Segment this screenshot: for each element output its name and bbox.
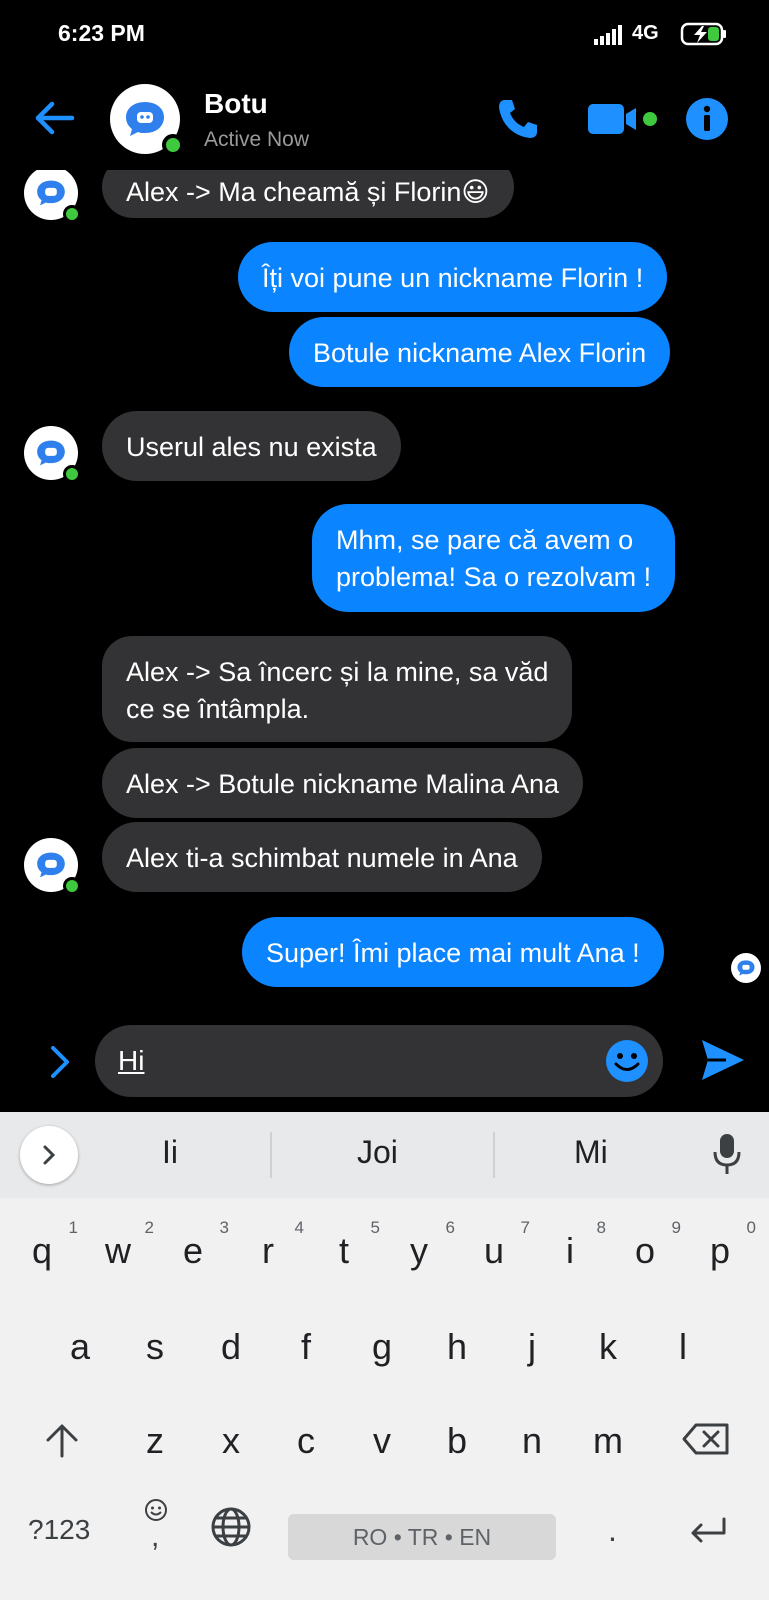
backspace-icon[interactable] bbox=[682, 1422, 730, 1456]
message-input[interactable]: Hi bbox=[95, 1025, 663, 1097]
status-time: 6:23 PM bbox=[58, 20, 145, 46]
bot-chat-icon bbox=[37, 180, 65, 206]
key-d[interactable]: d bbox=[201, 1326, 261, 1368]
key-y[interactable]: y6 bbox=[389, 1218, 455, 1272]
message-text: Alex -> Botule nickname Malina Ana bbox=[126, 769, 559, 799]
info-icon[interactable] bbox=[684, 96, 730, 142]
emoji-key-icon[interactable] bbox=[144, 1498, 168, 1522]
message-text: Alex ti-a schimbat numele in Ana bbox=[126, 843, 518, 873]
message-incoming[interactable]: Alex -> Botule nickname Malina Ana bbox=[102, 748, 583, 818]
key-w[interactable]: w2 bbox=[88, 1218, 154, 1272]
seen-indicator-avatar bbox=[731, 953, 761, 983]
key-i[interactable]: i8 bbox=[540, 1218, 606, 1272]
message-outgoing[interactable]: Super! Îmi place mai mult Ana ! bbox=[242, 917, 664, 987]
online-indicator bbox=[162, 134, 184, 156]
globe-icon[interactable] bbox=[210, 1506, 252, 1548]
message-incoming[interactable]: Alex ti-a schimbat numele in Ana bbox=[102, 822, 542, 892]
key-m[interactable]: m bbox=[578, 1420, 638, 1462]
emoji-icon[interactable] bbox=[605, 1039, 649, 1083]
online-indicator bbox=[63, 205, 81, 223]
online-indicator bbox=[63, 877, 81, 895]
expand-actions-icon[interactable] bbox=[45, 1044, 75, 1080]
symbols-key[interactable]: ?123 bbox=[28, 1514, 90, 1546]
signal-icon bbox=[594, 25, 622, 45]
shift-icon[interactable] bbox=[44, 1422, 80, 1458]
message-text: Alex -> Sa încerc și la mine, sa văd bbox=[126, 657, 549, 687]
send-icon[interactable] bbox=[700, 1038, 746, 1082]
divider bbox=[270, 1132, 272, 1178]
status-bar: 6:23 PM 4G bbox=[0, 0, 769, 70]
bot-chat-icon bbox=[737, 960, 755, 976]
online-indicator bbox=[63, 465, 81, 483]
key-c[interactable]: c bbox=[276, 1420, 336, 1462]
key-f[interactable]: f bbox=[276, 1326, 336, 1368]
back-arrow-icon[interactable] bbox=[30, 98, 76, 138]
message-text: Îți voi pune un nickname Florin ! bbox=[262, 263, 644, 293]
suggestion-item[interactable]: Joi bbox=[357, 1134, 398, 1171]
space-bar[interactable]: RO • TR • EN bbox=[288, 1514, 556, 1560]
message-text: Botule nickname Alex Florin bbox=[313, 338, 647, 368]
contact-name[interactable]: Botu bbox=[204, 88, 268, 120]
message-text: Mhm, se pare că avem o bbox=[336, 525, 634, 555]
bot-avatar[interactable] bbox=[24, 426, 81, 483]
phone-call-icon[interactable] bbox=[495, 96, 541, 142]
key-g[interactable]: g bbox=[352, 1326, 412, 1368]
message-text: Super! Îmi place mai mult Ana ! bbox=[266, 938, 640, 968]
chat-header: Botu Active Now bbox=[0, 70, 769, 170]
battery-charging-icon bbox=[680, 22, 726, 46]
key-n[interactable]: n bbox=[502, 1420, 562, 1462]
bot-avatar[interactable] bbox=[24, 166, 81, 223]
bot-chat-icon bbox=[37, 440, 65, 466]
key-k[interactable]: k bbox=[578, 1326, 638, 1368]
comma-key[interactable]: , bbox=[151, 1520, 159, 1554]
suggestion-item[interactable]: Ii bbox=[162, 1134, 178, 1171]
key-t[interactable]: t5 bbox=[314, 1218, 380, 1272]
bot-avatar[interactable] bbox=[24, 838, 81, 895]
message-outgoing[interactable]: Botule nickname Alex Florin bbox=[289, 317, 671, 387]
key-l[interactable]: l bbox=[653, 1326, 713, 1368]
message-text: Userul ales nu exista bbox=[126, 432, 377, 462]
bot-chat-icon bbox=[126, 102, 164, 136]
key-v[interactable]: v bbox=[352, 1420, 412, 1462]
key-q[interactable]: q1 bbox=[12, 1218, 78, 1272]
key-z[interactable]: z bbox=[125, 1420, 185, 1462]
key-x[interactable]: x bbox=[201, 1420, 261, 1462]
keyboard-keys: q1 w2 e3 r4 t5 y6 u7 i8 o9 p0 a s d f g … bbox=[0, 1198, 769, 1600]
suggestion-item[interactable]: Mi bbox=[574, 1134, 608, 1171]
key-u[interactable]: u7 bbox=[464, 1218, 530, 1272]
contact-status: Active Now bbox=[204, 128, 310, 151]
suggestion-bar: Ii Joi Mi bbox=[0, 1112, 769, 1198]
key-e[interactable]: e3 bbox=[163, 1218, 229, 1272]
key-s[interactable]: s bbox=[125, 1326, 185, 1368]
message-text: ce se întâmpla. bbox=[126, 694, 310, 724]
network-type: 4G bbox=[632, 22, 659, 44]
message-text: Alex -> Ma cheamă și Florin😃 bbox=[126, 177, 490, 207]
space-bar-label: RO • TR • EN bbox=[352, 1523, 492, 1550]
enter-icon[interactable] bbox=[688, 1516, 728, 1546]
key-h[interactable]: h bbox=[427, 1326, 487, 1368]
keyboard: Ii Joi Mi q1 w2 e3 r4 t5 y6 u7 i8 o9 p0 … bbox=[0, 1112, 769, 1600]
key-j[interactable]: j bbox=[502, 1326, 562, 1368]
chevron-right-icon bbox=[43, 1145, 56, 1165]
key-o[interactable]: o9 bbox=[615, 1218, 681, 1272]
message-text: problema! Sa o rezolvam ! bbox=[336, 562, 652, 592]
microphone-icon[interactable] bbox=[712, 1132, 742, 1176]
key-b[interactable]: b bbox=[427, 1420, 487, 1462]
message-input-text: Hi bbox=[118, 1045, 145, 1076]
video-call-icon[interactable] bbox=[588, 100, 662, 138]
message-incoming[interactable]: Alex -> Sa încerc și la mine, sa văd ce … bbox=[102, 636, 573, 742]
message-incoming[interactable]: Userul ales nu exista bbox=[102, 411, 401, 481]
divider bbox=[493, 1132, 495, 1178]
message-outgoing[interactable]: Îți voi pune un nickname Florin ! bbox=[238, 242, 668, 312]
key-a[interactable]: a bbox=[50, 1326, 110, 1368]
bot-chat-icon bbox=[37, 852, 65, 878]
key-r[interactable]: r4 bbox=[238, 1218, 304, 1272]
keyboard-menu-button[interactable] bbox=[20, 1126, 78, 1184]
period-key[interactable]: . bbox=[608, 1512, 617, 1549]
message-outgoing[interactable]: Mhm, se pare că avem o problema! Sa o re… bbox=[312, 504, 676, 612]
contact-avatar[interactable] bbox=[110, 84, 184, 156]
key-p[interactable]: p0 bbox=[690, 1218, 756, 1272]
